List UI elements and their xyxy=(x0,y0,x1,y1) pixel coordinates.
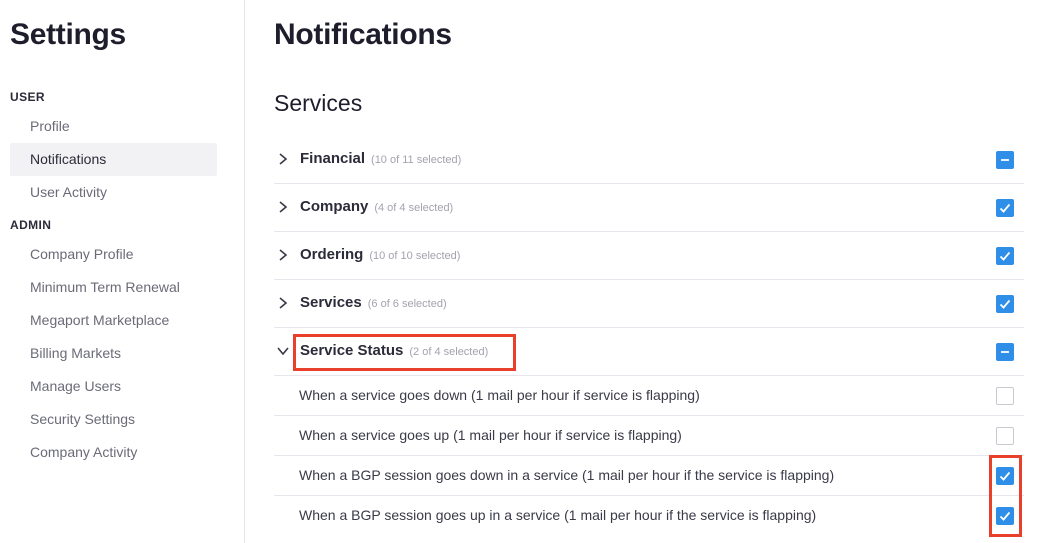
category-checkbox-service-status[interactable] xyxy=(996,343,1014,361)
sidebar-item-company-activity[interactable]: Company Activity xyxy=(10,436,217,469)
option-checkbox-service-down[interactable] xyxy=(996,387,1014,405)
chevron-right-icon[interactable] xyxy=(276,152,290,166)
category-name: Services xyxy=(300,294,362,311)
chevron-right-icon[interactable] xyxy=(276,200,290,214)
category-row-service-status[interactable]: Service Status (2 of 4 selected) xyxy=(274,328,1024,376)
category-count: (10 of 11 selected) xyxy=(371,154,462,166)
category-name: Ordering xyxy=(300,246,364,263)
chevron-down-icon[interactable] xyxy=(276,344,290,358)
option-row-bgp-up[interactable]: When a BGP session goes up in a service … xyxy=(274,496,1024,536)
category-checkbox-company[interactable] xyxy=(996,199,1014,217)
settings-app: Settings USER Profile Notifications User… xyxy=(0,0,1041,543)
category-row-company[interactable]: Company (4 of 4 selected) xyxy=(274,184,1024,232)
category-checkbox-services[interactable] xyxy=(996,295,1014,313)
option-label: When a BGP session goes up in a service … xyxy=(299,507,817,523)
category-row-ordering[interactable]: Ordering (10 of 10 selected) xyxy=(274,232,1024,280)
category-row-financial[interactable]: Financial (10 of 11 selected) xyxy=(274,136,1024,184)
sidebar-item-notifications[interactable]: Notifications xyxy=(10,143,217,176)
sidebar-item-megaport-marketplace[interactable]: Megaport Marketplace xyxy=(10,304,217,337)
option-row-service-down[interactable]: When a service goes down (1 mail per hou… xyxy=(274,376,1024,416)
category-count: (4 of 4 selected) xyxy=(374,202,454,214)
option-label: When a BGP session goes down in a servic… xyxy=(299,467,835,483)
category-name: Company xyxy=(300,198,369,215)
category-name: Financial xyxy=(300,150,366,167)
sidebar-section-user: USER xyxy=(10,90,45,104)
sidebar-item-minimum-term-renewal[interactable]: Minimum Term Renewal xyxy=(10,271,217,304)
sidebar-section-admin: ADMIN xyxy=(10,218,52,232)
category-row-services[interactable]: Services (6 of 6 selected) xyxy=(274,280,1024,328)
chevron-right-icon[interactable] xyxy=(276,296,290,310)
sidebar-title: Settings xyxy=(10,18,126,51)
sidebar-item-security-settings[interactable]: Security Settings xyxy=(10,403,217,436)
sidebar-item-company-profile[interactable]: Company Profile xyxy=(10,238,217,271)
chevron-right-icon[interactable] xyxy=(276,248,290,262)
option-checkbox-service-up[interactable] xyxy=(996,427,1014,445)
category-count: (6 of 6 selected) xyxy=(367,298,447,310)
sidebar-item-manage-users[interactable]: Manage Users xyxy=(10,370,217,403)
category-checkbox-ordering[interactable] xyxy=(996,247,1014,265)
sidebar-item-user-activity[interactable]: User Activity xyxy=(10,176,217,209)
category-count: (10 of 10 selected) xyxy=(369,250,461,262)
sidebar-item-profile[interactable]: Profile xyxy=(10,110,217,143)
option-label: When a service goes up (1 mail per hour … xyxy=(299,427,682,443)
category-checkbox-financial[interactable] xyxy=(996,151,1014,169)
section-title: Services xyxy=(274,90,363,116)
page-title: Notifications xyxy=(274,18,452,51)
option-checkbox-bgp-down[interactable] xyxy=(996,467,1014,485)
main-content: Notifications Services Financial (10 of 1… xyxy=(274,0,1024,543)
option-label: When a service goes down (1 mail per hou… xyxy=(299,387,700,403)
option-row-bgp-down[interactable]: When a BGP session goes down in a servic… xyxy=(274,456,1024,496)
option-row-service-up[interactable]: When a service goes up (1 mail per hour … xyxy=(274,416,1024,456)
category-name: Service Status xyxy=(300,342,404,359)
option-checkbox-bgp-up[interactable] xyxy=(996,507,1014,525)
sidebar-item-billing-markets[interactable]: Billing Markets xyxy=(10,337,217,370)
sidebar: Settings USER Profile Notifications User… xyxy=(0,0,245,543)
category-count: (2 of 4 selected) xyxy=(409,346,489,358)
